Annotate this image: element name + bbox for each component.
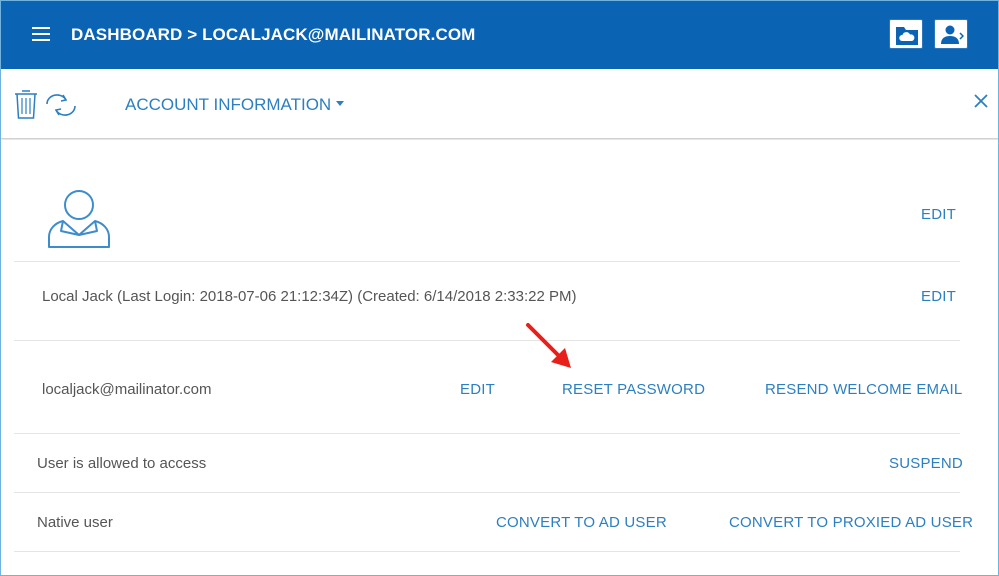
avatar-edit-link[interactable]: EDIT (921, 206, 956, 223)
breadcrumb[interactable]: DASHBOARD > LOCALJACK@MAILINATOR.COM (71, 25, 475, 45)
refresh-icon[interactable] (43, 92, 79, 118)
email-edit-link[interactable]: EDIT (460, 381, 495, 398)
user-type-row: Native user CONVERT TO AD USER CONVERT T… (14, 493, 973, 552)
user-switch-icon (941, 25, 964, 44)
account-information-panel: EDIT Local Jack (Last Login: 2018-07-06 … (1, 140, 998, 575)
resend-welcome-email-link[interactable]: RESEND WELCOME EMAIL (765, 381, 962, 398)
name-row: Local Jack (Last Login: 2018-07-06 21:12… (14, 262, 960, 341)
folder-cloud-button[interactable] (889, 19, 923, 49)
annotation-arrow-icon (526, 323, 571, 368)
convert-to-ad-user-link[interactable]: CONVERT TO AD USER (496, 514, 667, 531)
suspend-link[interactable]: SUSPEND (889, 455, 963, 472)
name-edit-link[interactable]: EDIT (921, 288, 956, 305)
section-dropdown-label: ACCOUNT INFORMATION (125, 95, 332, 114)
user-type: Native user (37, 514, 113, 531)
app-window: DASHBOARD > LOCALJACK@MAILINATOR.COM ACC… (0, 0, 999, 576)
email-row: localjack@mailinator.com EDIT RESET PASS… (14, 341, 962, 434)
trash-icon[interactable] (13, 88, 39, 120)
name-login-info: Local Jack (Last Login: 2018-07-06 21:12… (42, 288, 577, 305)
user-switch-button[interactable] (934, 19, 968, 49)
access-status: User is allowed to access (37, 455, 207, 472)
avatar-row: EDIT (14, 140, 960, 262)
toolbar: ACCOUNT INFORMATION (1, 69, 998, 139)
top-header: DASHBOARD > LOCALJACK@MAILINATOR.COM (1, 1, 998, 69)
reset-password-link[interactable]: RESET PASSWORD (562, 381, 705, 398)
caret-down-icon (336, 101, 345, 107)
email-value: localjack@mailinator.com (42, 381, 212, 398)
user-avatar-icon (48, 190, 110, 248)
convert-to-proxied-ad-user-link[interactable]: CONVERT TO PROXIED AD USER (729, 514, 973, 531)
menu-icon[interactable] (32, 27, 50, 42)
folder-cloud-icon (896, 27, 918, 45)
access-row: User is allowed to access SUSPEND (14, 434, 963, 493)
close-icon[interactable] (973, 93, 989, 109)
section-dropdown[interactable]: ACCOUNT INFORMATION (125, 95, 345, 115)
